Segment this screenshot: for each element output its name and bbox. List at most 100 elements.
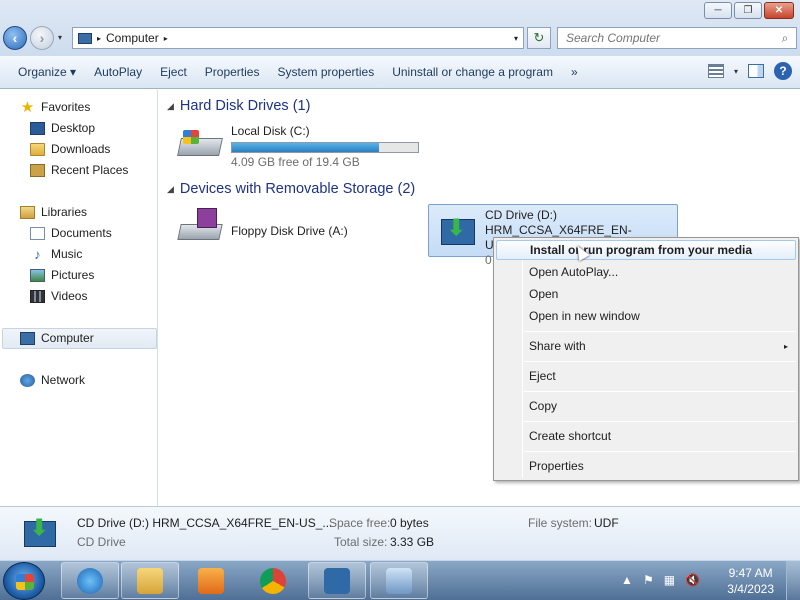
menu-item-copy[interactable]: Copy [496, 396, 796, 416]
control-panel-icon [386, 567, 412, 594]
sidebar-item-desktop[interactable]: Desktop [30, 121, 95, 135]
sidebar-item-downloads[interactable]: Downloads [30, 142, 110, 156]
cd-drive-icon: ⬇ [22, 515, 58, 551]
taskbar-media-player[interactable] [182, 562, 240, 599]
collapse-triangle-icon[interactable]: ◢ [167, 184, 174, 195]
documents-icon [30, 226, 45, 240]
sidebar-item-network[interactable]: Network [20, 373, 85, 387]
windows-logo-icon [16, 574, 34, 590]
more-commands-button[interactable]: » [562, 65, 587, 79]
close-button[interactable]: ✕ [764, 2, 794, 19]
title-bar: ─ ❐ ✕ ‹ › ▾ ▸ Computer ▸ ▾ ↻ ⌕ [0, 0, 800, 56]
star-icon: ★ [20, 98, 35, 116]
chevron-right-icon[interactable]: ▸ [97, 34, 101, 43]
sidebar-item-recent-places[interactable]: Recent Places [30, 163, 128, 177]
minimize-button[interactable]: ─ [704, 2, 732, 19]
preview-pane-icon[interactable] [748, 64, 764, 78]
chrome-icon [260, 567, 286, 594]
drive-floppy-a[interactable]: Floppy Disk Drive (A:) [177, 208, 348, 244]
cd-drive-icon [324, 567, 350, 594]
system-properties-button[interactable]: System properties [268, 65, 383, 79]
breadcrumb-computer[interactable]: Computer [106, 31, 159, 45]
menu-item-install-run[interactable]: Install or run program from your media [496, 240, 796, 260]
properties-button[interactable]: Properties [196, 65, 269, 79]
drive-free-space: 4.09 GB free of 19.4 GB [231, 155, 360, 169]
context-menu: Install or run program from your media O… [493, 237, 799, 481]
taskbar-windows-explorer[interactable] [121, 562, 179, 599]
action-center-flag-icon[interactable]: ⚑ [643, 573, 654, 587]
details-pane: ⬇ CD Drive (D:) HRM_CCSA_X64FRE_EN-US_..… [0, 506, 800, 560]
pictures-icon [30, 268, 45, 282]
address-bar[interactable]: ▸ Computer ▸ ▾ [72, 27, 524, 49]
taskbar-control-panel[interactable] [370, 562, 428, 599]
group-header-removable[interactable]: ◢ Devices with Removable Storage (2) [167, 181, 415, 197]
menu-item-eject[interactable]: Eject [496, 366, 796, 386]
change-view-icon[interactable] [707, 64, 724, 78]
sidebar-item-music[interactable]: ♪ Music [30, 247, 82, 261]
details-item-name: CD Drive (D:) HRM_CCSA_X64FRE_EN-US_... [77, 516, 333, 530]
sidebar-item-label: Recent Places [51, 163, 129, 177]
folder-icon [137, 567, 163, 594]
sidebar-item-documents[interactable]: Documents [30, 226, 112, 240]
cd-drive-icon: ⬇ [435, 213, 481, 249]
forward-button[interactable]: › [30, 26, 54, 50]
sidebar-item-libraries[interactable]: Libraries [20, 205, 87, 219]
internet-explorer-icon [77, 567, 103, 594]
window-controls: ─ ❐ ✕ [704, 2, 794, 19]
sidebar-item-pictures[interactable]: Pictures [30, 268, 94, 282]
drive-name: CD Drive (D:) [485, 208, 557, 222]
group-header-hard-disk[interactable]: ◢ Hard Disk Drives (1) [167, 98, 310, 114]
start-button[interactable] [3, 562, 45, 600]
clock[interactable]: 9:47 AM 3/4/2023 [727, 565, 774, 597]
uninstall-program-button[interactable]: Uninstall or change a program [383, 65, 562, 79]
show-desktop-button[interactable] [786, 561, 800, 600]
network-status-icon[interactable]: ▦ [664, 573, 675, 587]
taskbar-chrome[interactable] [244, 562, 302, 599]
help-icon[interactable]: ? [774, 62, 792, 80]
menu-separator [524, 331, 796, 332]
search-input[interactable] [566, 31, 774, 45]
taskbar-internet-explorer[interactable] [61, 562, 119, 599]
address-dropdown[interactable]: ▾ [514, 34, 518, 43]
maximize-button[interactable]: ❐ [734, 2, 762, 19]
taskbar-cd-setup[interactable] [308, 562, 366, 599]
space-free-value: 0 bytes [390, 516, 429, 530]
menu-item-create-shortcut[interactable]: Create shortcut [496, 426, 796, 446]
sidebar-item-label: Libraries [41, 205, 88, 219]
autoplay-button[interactable]: AutoPlay [85, 65, 151, 79]
sidebar-item-label: Pictures [51, 268, 95, 282]
total-size-value: 3.33 GB [390, 535, 435, 549]
menu-separator [524, 421, 796, 422]
organize-button[interactable]: Organize ▾ [0, 65, 85, 79]
eject-button[interactable]: Eject [151, 65, 196, 79]
clock-date: 3/4/2023 [727, 582, 774, 596]
volume-muted-icon[interactable]: 🔇 [685, 573, 700, 587]
menu-item-open[interactable]: Open [496, 284, 796, 304]
sidebar-item-favorites[interactable]: ★ Favorites [20, 98, 91, 116]
menu-separator [524, 451, 796, 452]
sidebar-item-label: Favorites [41, 100, 91, 114]
menu-item-share-with[interactable]: Share with ▸ [496, 336, 796, 356]
drive-name: Local Disk (C:) [231, 124, 310, 138]
menu-separator [524, 361, 796, 362]
menu-item-open-autoplay[interactable]: Open AutoPlay... [496, 262, 796, 282]
recent-pages-dropdown[interactable]: ▾ [58, 33, 62, 42]
sidebar-item-videos[interactable]: Videos [30, 289, 87, 303]
space-free-label: Space free: [329, 516, 391, 530]
system-tray: ▲ ⚑ ▦ 🔇 [621, 573, 700, 587]
search-box[interactable]: ⌕ [557, 27, 797, 49]
back-button[interactable]: ‹ [3, 26, 27, 50]
drive-local-disk-c[interactable]: Local Disk (C:) 4.09 GB free of 19.4 GB [177, 124, 419, 169]
libraries-icon [20, 205, 35, 219]
menu-item-open-new-window[interactable]: Open in new window [496, 306, 796, 326]
menu-item-properties[interactable]: Properties [496, 456, 796, 476]
chevron-right-icon[interactable]: ▸ [164, 34, 168, 43]
refresh-button[interactable]: ↻ [527, 27, 551, 49]
total-size-label: Total size: [334, 535, 388, 549]
view-options-dropdown[interactable]: ▾ [734, 67, 738, 76]
drive-usage-fill [232, 143, 379, 152]
show-hidden-icons-icon[interactable]: ▲ [621, 573, 633, 587]
collapse-triangle-icon[interactable]: ◢ [167, 101, 174, 112]
search-icon[interactable]: ⌕ [774, 31, 796, 46]
sidebar-item-computer[interactable]: Computer [20, 331, 94, 345]
